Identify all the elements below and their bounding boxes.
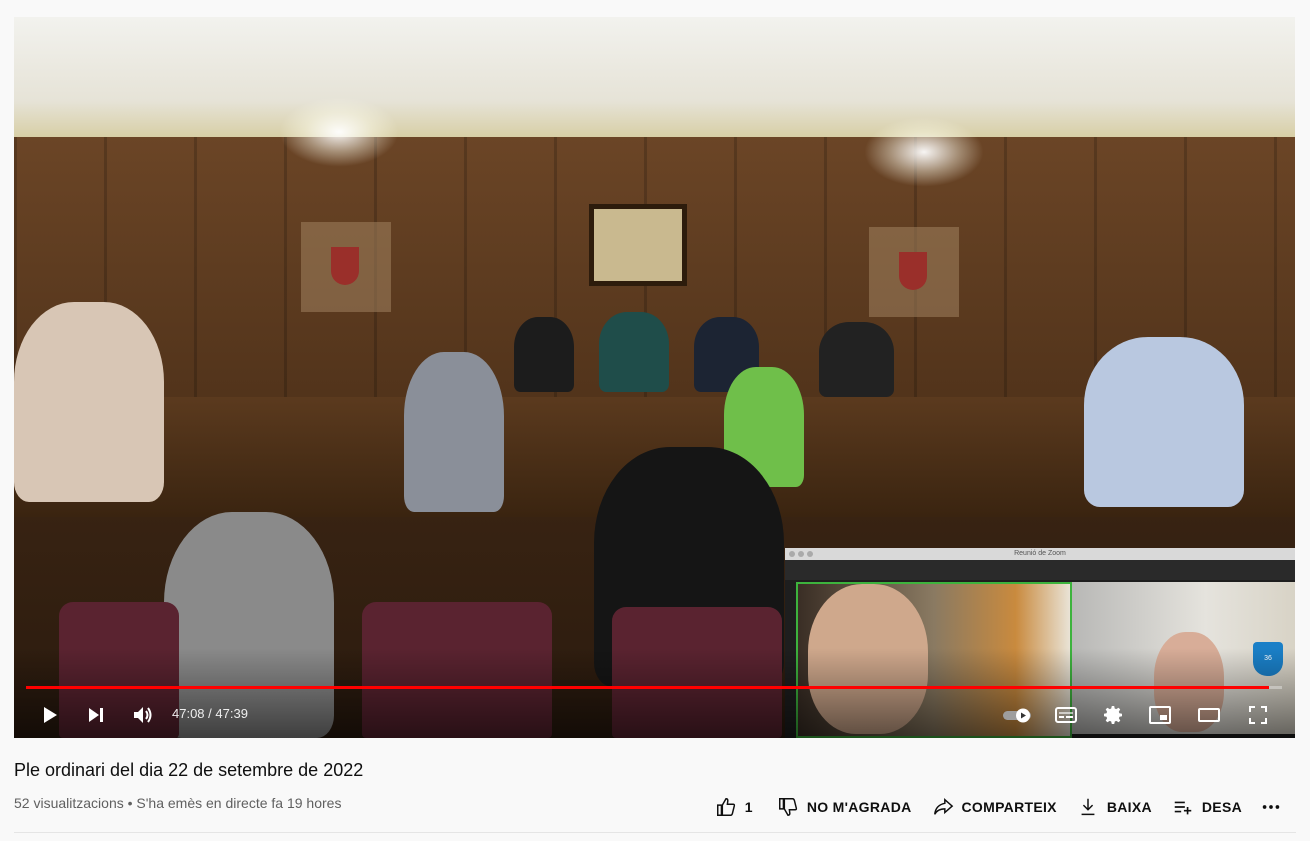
share-icon [933,798,953,815]
theater-mode-button[interactable] [1191,697,1227,733]
ship-painting [589,204,687,286]
progress-fill [26,686,1270,689]
fullscreen-button[interactable] [1240,697,1276,733]
view-count: 52 visualitzacions [14,795,124,811]
person [599,312,669,392]
person [1084,337,1244,507]
person [404,352,504,512]
duration: 47:39 [215,706,248,721]
play-button[interactable] [31,697,67,733]
download-label: BAIXA [1106,799,1152,815]
fullscreen-icon [1249,706,1267,724]
thumbs-down-icon [778,798,797,816]
share-label: COMPARTEIX [961,799,1057,815]
coat-of-arms [869,227,959,317]
person [514,317,574,392]
divider [14,832,1296,833]
mute-button[interactable] [125,697,161,733]
video-actions: 1 NO M'AGRADA COMPARTEIX BAIXA DESA [705,792,1290,822]
zoom-titlebar: Reunió de Zoom [785,548,1295,560]
dislike-label: NO M'AGRADA [806,799,912,815]
current-time: 47:08 [172,706,205,721]
video-frame[interactable]: Reunió de Zoom 36 [14,17,1295,738]
volume-icon [134,707,152,723]
zoom-toolbar [785,560,1295,580]
thumbs-up-icon [716,798,735,816]
more-actions-button[interactable] [1252,792,1290,822]
next-icon [89,708,103,722]
time-separator: / [204,706,216,721]
theater-icon [1198,708,1220,722]
play-icon [44,707,57,723]
subtitles-icon [1055,707,1077,723]
meta-separator: • [123,795,137,811]
dislike-button[interactable]: NO M'AGRADA [767,792,922,822]
download-icon [1081,798,1095,816]
stream-date: S'ha emès en directe fa 19 hores [136,795,342,811]
download-button[interactable]: BAIXA [1067,792,1162,822]
like-button[interactable]: 1 [705,792,763,822]
ceiling [14,17,1295,137]
settings-button[interactable] [1095,697,1131,733]
miniplayer-icon [1149,706,1171,724]
chandelier [864,117,984,187]
save-label: DESA [1201,799,1242,815]
time-display: 47:08 / 47:39 [172,706,248,721]
video-title: Ple ordinari del dia 22 de setembre de 2… [14,760,364,780]
more-icon [1262,805,1280,809]
chandelier [279,97,399,167]
coat-of-arms [301,222,391,312]
subtitles-button[interactable] [1048,697,1084,733]
player-controls: 47:08 / 47:39 [14,697,1295,733]
progress-bar[interactable] [26,686,1282,689]
next-button[interactable] [78,697,114,733]
share-button[interactable]: COMPARTEIX [922,792,1067,822]
settings-icon [1104,706,1122,724]
autoplay-toggle[interactable] [999,697,1039,733]
video-meta: 52 visualitzacions • S'ha emès en direct… [14,795,341,811]
save-playlist-icon [1174,801,1192,815]
autoplay-toggle-icon [1003,708,1031,723]
person [14,302,164,502]
person [819,322,894,397]
like-count: 1 [744,799,753,815]
miniplayer-button[interactable] [1142,697,1178,733]
save-button[interactable]: DESA [1162,792,1252,822]
zoom-window-title: Reunió de Zoom [1014,550,1066,557]
video-player[interactable]: Reunió de Zoom 36 47:08 / 47:39 [14,17,1295,738]
